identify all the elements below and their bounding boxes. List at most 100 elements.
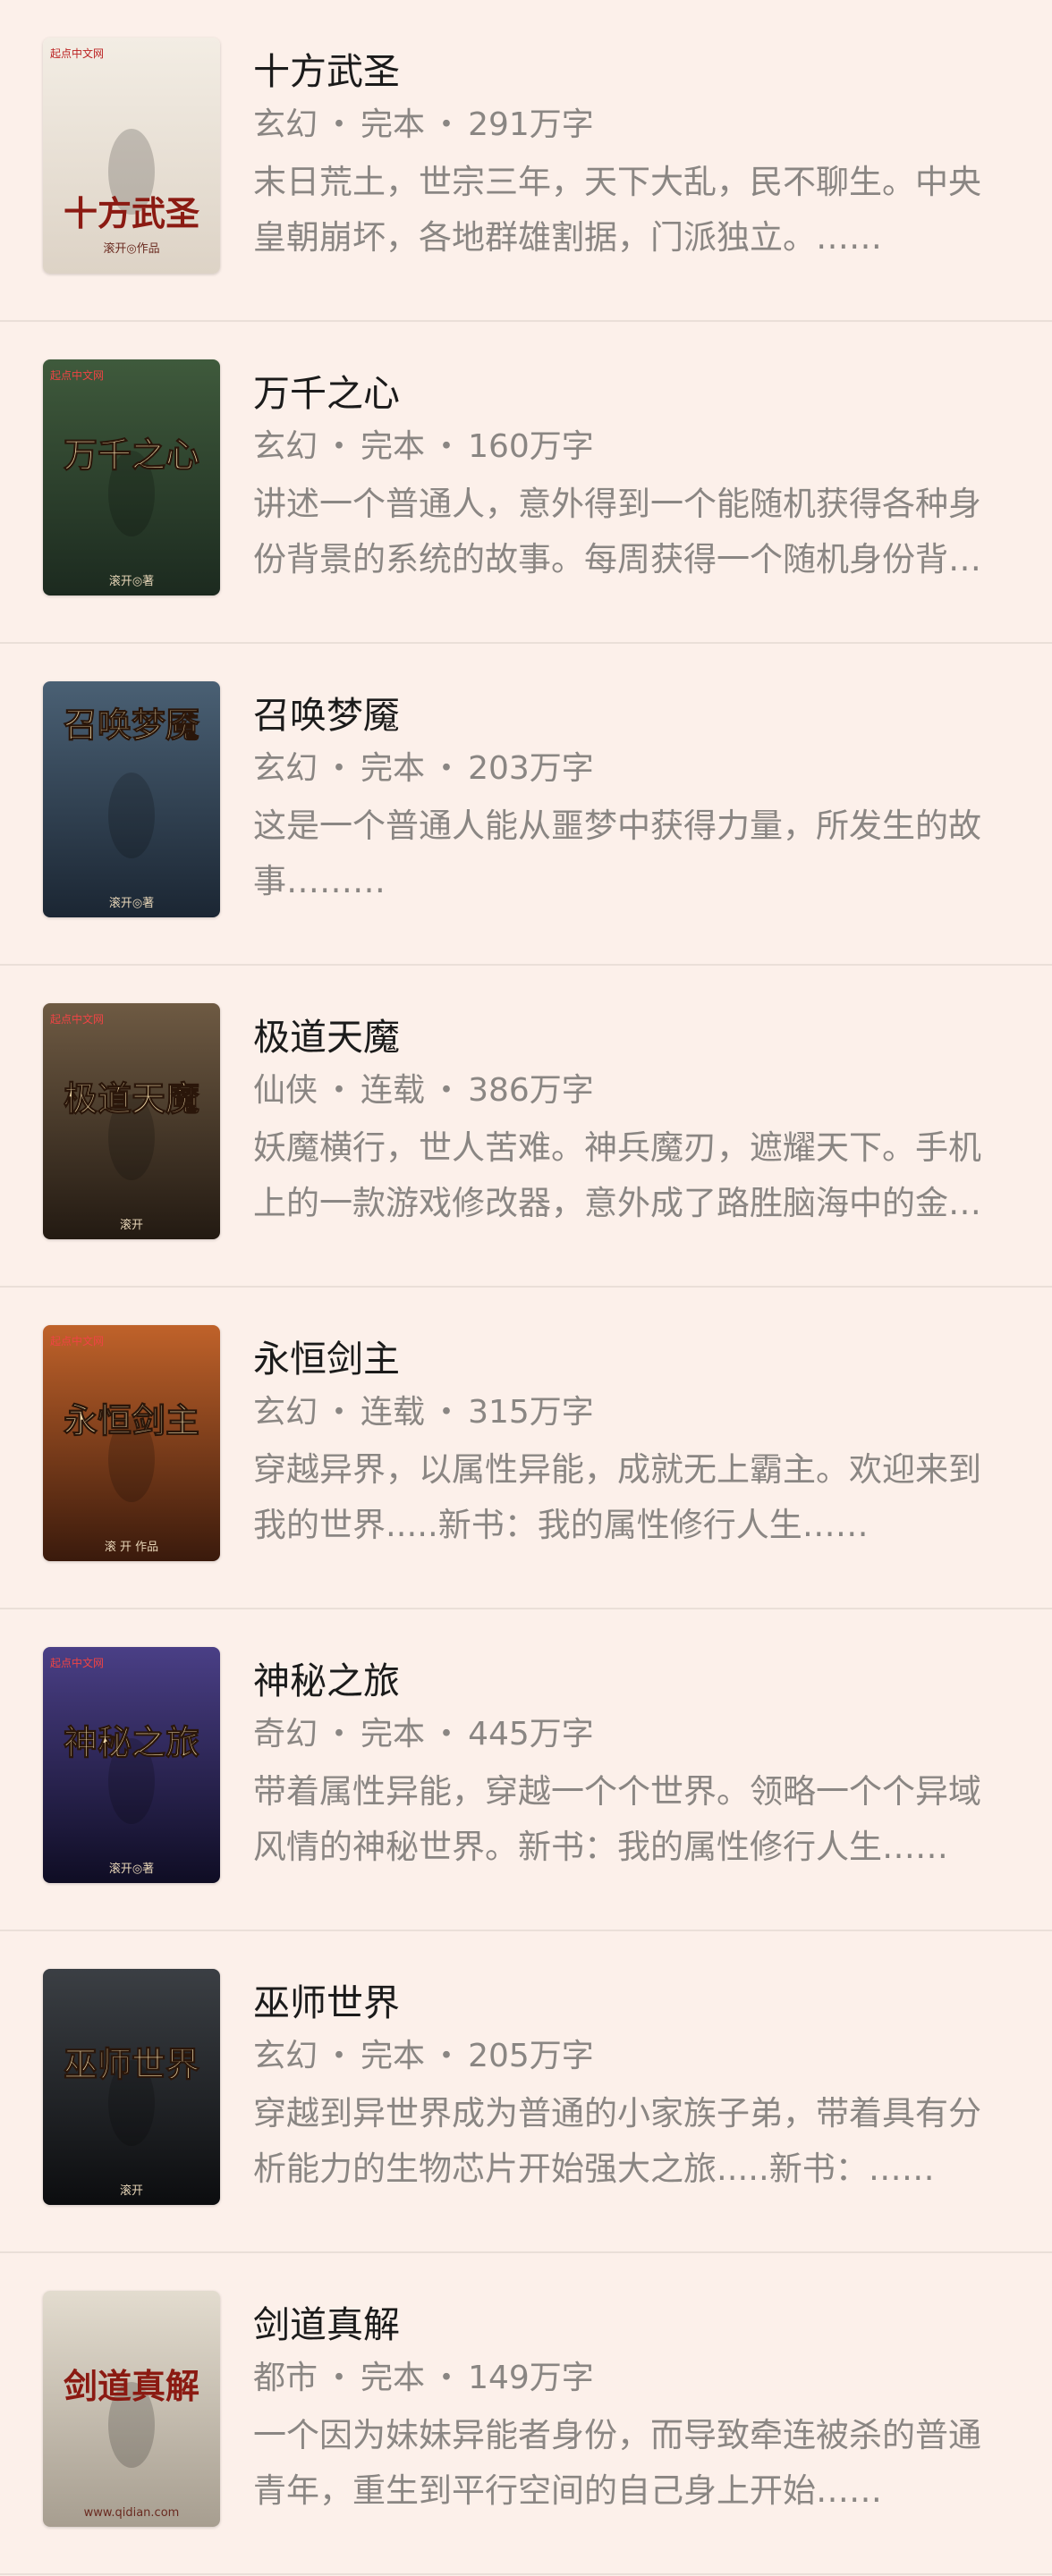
book-meta: 玄幻・完本・ 205万字 [253,2034,1009,2079]
cover-publisher-logo: 起点中文网 [50,46,104,60]
book-title[interactable]: 剑道真解 [253,2300,1009,2350]
book-status: 完本 [361,106,426,143]
cover-author-label: 滚开 [120,2183,143,2198]
book-cover-yongheng: 起点中文网永恒剑主滚 开 作品 [43,1325,220,1561]
book-status: 连载 [361,1072,426,1109]
book-genre: 玄幻 [253,750,318,787]
book-status: 完本 [361,2038,426,2074]
book-cover[interactable]: 巫师世界 滚开 [43,1969,220,2205]
cover-title-art: 十方武圣 [64,193,199,233]
cover-author-label: 滚开◎著 [109,574,154,588]
book-title[interactable]: 召唤梦魇 [253,690,1009,740]
book-cover[interactable]: 起点中文网万千之心滚开◎著 [43,359,220,595]
book-list-item[interactable]: 剑道真解 www.qidian.com 剑道真解 都市・完本・ 149万字 一个因为妹妹异… [0,2253,1052,2575]
meta-separator: ・ [430,2038,463,2074]
book-meta: 玄幻・完本・ 203万字 [253,747,1009,791]
book-info: 十方武圣 玄幻・完本・ 291万字 末日荒土，世宗三年，天下大乱，民不聊生。中央皇朝崩… [253,46,1009,266]
book-genre: 奇幻 [253,1716,318,1753]
book-description: 穿越到异世界成为普通的小家族子弟，带着具有分析能力的生物芯片开始强大之旅....… [253,2094,981,2188]
book-title[interactable]: 巫师世界 [253,1978,1009,2028]
book-genre: 都市 [253,2360,318,2396]
cover-publisher-logo: 起点中文网 [50,1656,104,1669]
cover-title-art: 神秘之旅 [64,1722,199,1762]
book-word-count: 445万字 [468,1716,594,1753]
book-genre: 玄幻 [253,106,318,143]
book-info: 巫师世界 玄幻・完本・ 205万字 穿越到异世界成为普通的小家族子弟，带着具有分析能力… [253,1978,1009,2197]
book-cover[interactable]: 剑道真解 www.qidian.com [43,2291,220,2527]
book-info: 极道天魔 仙侠・连载・ 386万字 妖魔横行，世人苦难。神兵魔刃，遮耀天下。手机上的一… [253,1012,1009,1231]
meta-separator: ・ [323,1716,356,1753]
book-word-count: 205万字 [468,2038,594,2074]
book-meta: 仙侠・连载・ 386万字 [253,1068,1009,1113]
book-meta: 奇幻・完本・ 445万字 [253,1712,1009,1757]
meta-separator: ・ [323,2038,356,2074]
cover-author-label: 滚开◎作品 [103,241,159,256]
cover-title-art: 召唤梦魇 [64,705,199,745]
book-description: 这是一个普通人能从噩梦中获得力量，所发生的故事……… [253,807,981,900]
book-list-item[interactable]: 起点中文网 十方武圣 滚开◎作品 十方武圣 玄幻・完本・ 291万字 末日荒土，世宗三年，天… [0,0,1052,322]
cover-title-art: 万千之心 [64,435,199,475]
cover-publisher-logo: 起点中文网 [50,368,104,382]
meta-separator: ・ [323,1394,356,1431]
book-info: 神秘之旅 奇幻・完本・ 445万字 带着属性异能，穿越一个个世界。领略一个个异域风情的… [253,1656,1009,1875]
book-word-count: 386万字 [468,1072,594,1109]
book-title[interactable]: 极道天魔 [253,1012,1009,1062]
book-title[interactable]: 永恒剑主 [253,1334,1009,1384]
book-word-count: 315万字 [468,1394,594,1431]
cover-title-art: 永恒剑主 [64,1400,199,1440]
book-status: 连载 [361,1394,426,1431]
cover-title-art: 剑道真解 [64,2366,199,2406]
cover-author-label: 滚 开 作品 [105,1540,158,1554]
cover-title-art: 巫师世界 [64,2044,199,2084]
meta-separator: ・ [430,106,463,143]
book-genre: 玄幻 [253,2038,318,2074]
book-cover-shenmi: 起点中文网神秘之旅滚开◎著 [43,1647,220,1883]
book-word-count: 291万字 [468,106,594,143]
cover-publisher-logo: 起点中文网 [50,1334,104,1347]
book-meta: 都市・完本・ 149万字 [253,2356,1009,2401]
book-cover[interactable]: 起点中文网永恒剑主滚 开 作品 [43,1325,220,1561]
meta-separator: ・ [323,428,356,465]
cover-author-label: 滚开◎著 [109,1862,154,1876]
book-word-count: 149万字 [468,2360,594,2396]
cover-publisher-logo: 起点中文网 [50,1012,104,1026]
book-title[interactable]: 万千之心 [253,368,1009,418]
book-meta: 玄幻・完本・ 291万字 [253,103,1009,148]
meta-separator: ・ [323,1072,356,1109]
book-genre: 仙侠 [253,1072,318,1109]
book-title[interactable]: 神秘之旅 [253,1656,1009,1706]
book-info: 剑道真解都市・完本・ 149万字一个因为妹妹异能者身份，而导致牵连被杀的普通青年，… [253,2300,1009,2519]
book-title[interactable]: 十方武圣 [253,46,1009,97]
book-word-count: 160万字 [468,428,594,465]
book-status: 完本 [361,1716,426,1753]
book-cover[interactable]: 起点中文网神秘之旅滚开◎著 [43,1647,220,1883]
meta-separator: ・ [430,1394,463,1431]
cover-title-art: 极道天魔 [64,1078,199,1119]
meta-separator: ・ [323,106,356,143]
book-cover-jidao: 起点中文网极道天魔滚开 [43,1003,220,1239]
meta-separator: ・ [323,2360,356,2396]
book-list-item[interactable]: 召唤梦魇 滚开◎著 召唤梦魇 玄幻・完本・ 203万字 这是一个普通人能从噩梦中获得力量，… [0,644,1052,966]
book-list-item[interactable]: 巫师世界 滚开 巫师世界 玄幻・完本・ 205万字 穿越到异世界成为普通的小家族子弟，带着… [0,1931,1052,2253]
book-info: 永恒剑主 玄幻・连载・ 315万字 穿越异界，以属性异能，成就无上霸主。欢迎来到我的世… [253,1334,1009,1553]
book-cover-wanqian: 起点中文网万千之心滚开◎著 [43,359,220,595]
book-cover[interactable]: 召唤梦魇滚开◎著 [43,681,220,917]
book-list-item[interactable]: 起点中文网 神秘之旅 滚开◎著 神秘之旅 奇幻・完本・ 445万字 带着属性异能，穿越一个个… [0,1609,1052,1931]
book-cover[interactable]: 起点中文网 极道天魔 滚开 [43,1003,220,1239]
book-list-item[interactable]: 起点中文网 万千之心 滚开◎著 万千之心 玄幻・完本・ 160万字 讲述一个普通人，意外得到… [0,322,1052,644]
book-description: 一个因为妹妹异能者身份，而导致牵连被杀的普通青年，重生到平行空间的自己身上开始…… [253,2416,981,2510]
book-description: 讲述一个普通人，意外得到一个能随机获得各种身份背景的系统的故事。每周获得一个随机… [253,485,981,579]
book-list-item[interactable]: 起点中文网 永恒剑主滚 开 作品 永恒剑主 玄幻・连载・ 315万字 穿越异界，以属性异能… [0,1288,1052,1609]
book-description: 末日荒土，世宗三年，天下大乱，民不聊生。中央皇朝崩坏，各地群雄割据，门派独立。…… [253,163,981,257]
book-info: 万千之心 玄幻・完本・ 160万字 讲述一个普通人，意外得到一个能随机获得各种身份背景… [253,368,1009,587]
book-meta: 玄幻・连载・ 315万字 [253,1390,1009,1435]
book-list-item[interactable]: 起点中文网 极道天魔 滚开 极道天魔 仙侠・连载・ 386万字 妖魔横行，世人苦难。神兵魔刃… [0,966,1052,1288]
cover-author-label: 滚开◎著 [109,896,154,910]
meta-separator: ・ [430,2360,463,2396]
book-cover-jiandao: 剑道真解 www.qidian.com [43,2291,220,2527]
book-word-count: 203万字 [468,750,594,787]
book-status: 完本 [361,750,426,787]
meta-separator: ・ [323,750,356,787]
book-cover[interactable]: 起点中文网十方武圣滚开◎作品 [43,38,220,274]
meta-separator: ・ [430,1716,463,1753]
